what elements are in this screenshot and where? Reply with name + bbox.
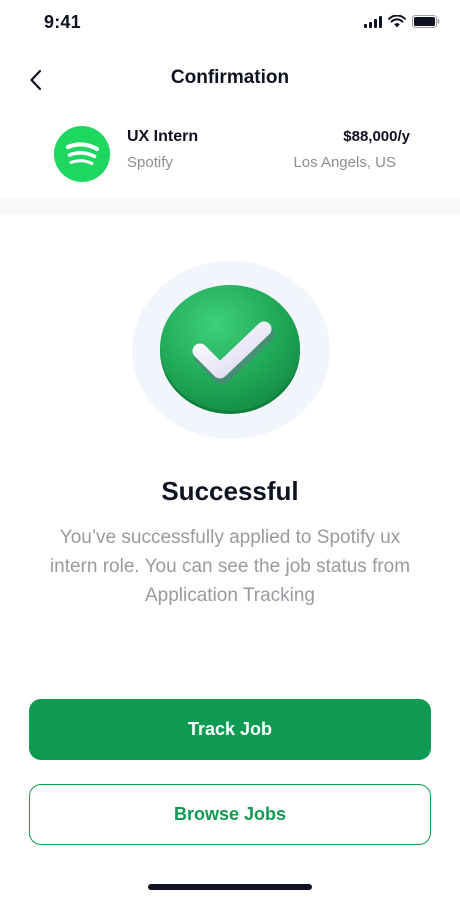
- battery-icon: [412, 15, 440, 28]
- home-indicator: [148, 884, 312, 890]
- section-divider: [0, 198, 460, 214]
- wifi-icon: [388, 15, 406, 28]
- job-summary-card: UX Intern Spotify $88,000/y Los Angels, …: [0, 110, 460, 198]
- job-location: Los Angels, US: [293, 154, 396, 171]
- status-bar: 9:41: [0, 0, 460, 50]
- success-message: You’ve successfully applied to Spotify u…: [49, 527, 411, 606]
- status-icons: [364, 15, 440, 28]
- check-circle-icon: [160, 285, 300, 414]
- browse-jobs-button[interactable]: Browse Jobs: [29, 784, 431, 845]
- page-title: Confirmation: [170, 67, 290, 88]
- job-title: UX Intern: [127, 128, 199, 145]
- cellular-signal-icon: [364, 15, 382, 28]
- success-heading: Successful: [161, 476, 299, 506]
- track-job-button[interactable]: Track Job: [29, 699, 431, 760]
- company-name: Spotify: [127, 154, 173, 171]
- spotify-logo: [54, 126, 110, 182]
- status-time: 9:41: [44, 12, 81, 32]
- header: Confirmation: [0, 52, 460, 104]
- job-salary: $88,000/y: [343, 128, 410, 145]
